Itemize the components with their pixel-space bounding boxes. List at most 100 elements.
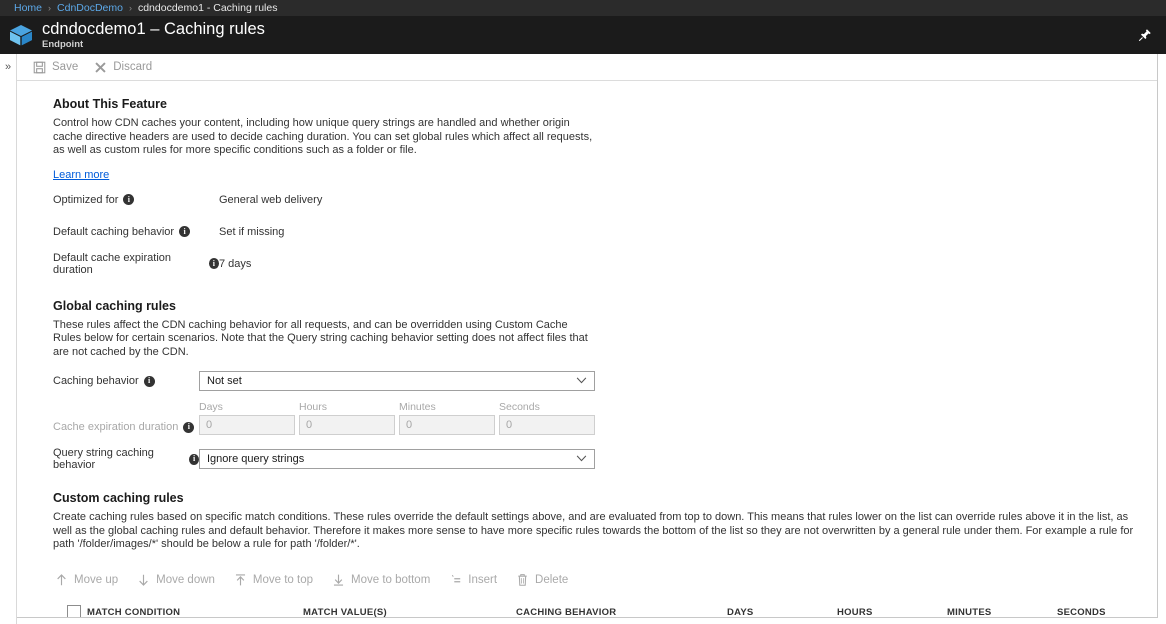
default-cache-expiration-row: Default cache expiration duration i 7 da… — [53, 249, 1157, 279]
chevron-right-double-icon[interactable]: » — [5, 61, 11, 624]
duration-hours-field: Hours — [299, 401, 395, 435]
default-cache-expiration-label: Default cache expiration duration i — [53, 252, 219, 276]
column-header-match-values: MATCH VALUE(S) — [303, 607, 516, 618]
column-header-seconds: SECONDS — [1057, 607, 1157, 618]
delete-button[interactable]: Delete — [516, 573, 568, 587]
query-string-behavior-row: Query string caching behavior i Ignore q… — [53, 447, 1157, 471]
blade-body: » Save Discard About This Fe — [0, 54, 1166, 624]
column-header-match-condition: MATCH CONDITION — [87, 607, 303, 618]
global-rules-heading: Global caching rules — [53, 299, 1157, 313]
breadcrumb-item-home[interactable]: Home — [14, 2, 42, 14]
trash-icon — [516, 573, 529, 587]
custom-rules-heading: Custom caching rules — [53, 491, 1157, 505]
discard-x-icon — [94, 61, 107, 74]
cache-expiration-duration-label: Cache expiration duration i — [53, 421, 199, 435]
duration-minutes-input[interactable] — [399, 415, 495, 435]
blade-content: About This Feature Control how CDN cache… — [17, 81, 1157, 617]
info-icon[interactable]: i — [123, 194, 134, 205]
move-to-bottom-label: Move to bottom — [351, 574, 430, 586]
query-string-behavior-selected-value: Ignore query strings — [207, 453, 304, 465]
move-down-label: Move down — [156, 574, 215, 586]
duration-days-field: Days — [199, 401, 295, 435]
page-subtitle: Endpoint — [42, 39, 265, 51]
arrow-down-icon — [137, 573, 150, 587]
arrow-up-icon — [55, 573, 68, 587]
save-button-label: Save — [52, 61, 78, 73]
info-icon[interactable]: i — [189, 454, 199, 465]
save-icon — [33, 61, 46, 74]
move-up-button[interactable]: Move up — [55, 573, 118, 587]
query-string-behavior-select[interactable]: Ignore query strings — [199, 449, 595, 469]
breadcrumb-item-cdndocdemo[interactable]: CdnDocDemo — [57, 2, 123, 14]
page-title: cdndocdemo1 – Caching rules — [42, 20, 265, 39]
insert-label: Insert — [468, 574, 497, 586]
column-header-days: DAYS — [727, 607, 837, 618]
breadcrumb-item-current: cdndocdemo1 - Caching rules — [138, 2, 278, 14]
caching-behavior-label: Caching behavior i — [53, 375, 199, 387]
duration-seconds-input[interactable] — [499, 415, 595, 435]
duration-seconds-label: Seconds — [499, 401, 595, 413]
info-icon[interactable]: i — [183, 422, 194, 433]
column-header-caching-behavior: CACHING BEHAVIOR — [516, 607, 727, 618]
move-up-label: Move up — [74, 574, 118, 586]
caching-behavior-selected-value: Not set — [207, 375, 242, 387]
duration-minutes-field: Minutes — [399, 401, 495, 435]
duration-fields-group: Days Hours Minutes Seconds — [199, 401, 599, 435]
duration-days-label: Days — [199, 401, 295, 413]
info-icon[interactable]: i — [144, 376, 155, 387]
optimized-for-value: General web delivery — [219, 194, 322, 206]
chevron-down-icon — [576, 375, 587, 387]
cache-expiration-duration-row: Cache expiration duration i Days Hours M… — [53, 401, 1157, 435]
discard-button[interactable]: Discard — [86, 56, 160, 78]
caching-behavior-select[interactable]: Not set — [199, 371, 595, 391]
optimized-for-label: Optimized for i — [53, 194, 219, 206]
custom-rules-toolbar: Move up Move down Move to top — [55, 573, 1157, 587]
insert-icon — [449, 573, 462, 587]
move-to-top-label: Move to top — [253, 574, 313, 586]
move-to-bottom-icon — [332, 573, 345, 587]
move-to-bottom-button[interactable]: Move to bottom — [332, 573, 430, 587]
breadcrumb-separator-icon: › — [48, 3, 51, 13]
about-heading: About This Feature — [53, 97, 1157, 111]
insert-button[interactable]: Insert — [449, 573, 497, 587]
duration-seconds-field: Seconds — [499, 401, 595, 435]
duration-days-input[interactable] — [199, 415, 295, 435]
learn-more-link[interactable]: Learn more — [53, 169, 109, 181]
delete-label: Delete — [535, 574, 568, 586]
move-down-button[interactable]: Move down — [137, 573, 215, 587]
breadcrumb-separator-icon: › — [129, 3, 132, 13]
caching-behavior-row: Caching behavior i Not set — [53, 371, 1157, 391]
info-icon[interactable]: i — [209, 258, 219, 269]
duration-hours-input[interactable] — [299, 415, 395, 435]
command-bar: Save Discard — [17, 54, 1157, 81]
table-header-row: MATCH CONDITION MATCH VALUE(S) CACHING B… — [53, 601, 1149, 618]
chevron-down-icon — [576, 453, 587, 465]
global-rules-body: These rules affect the CDN caching behav… — [53, 319, 594, 360]
save-button[interactable]: Save — [25, 56, 86, 78]
default-caching-behavior-label: Default caching behavior i — [53, 226, 219, 238]
custom-rules-table: MATCH CONDITION MATCH VALUE(S) CACHING B… — [53, 601, 1149, 618]
default-caching-behavior-row: Default caching behavior i Set if missin… — [53, 217, 1157, 247]
cdn-endpoint-cube-icon — [8, 22, 34, 48]
caching-rules-blade: Save Discard About This Feature Control … — [17, 54, 1158, 618]
move-to-top-icon — [234, 573, 247, 587]
about-body: Control how CDN caches your content, inc… — [53, 117, 594, 158]
blade-title-bar: cdndocdemo1 – Caching rules Endpoint — [0, 16, 1166, 54]
pin-icon[interactable] — [1134, 24, 1156, 46]
blade-title-group: cdndocdemo1 – Caching rules Endpoint — [42, 20, 265, 51]
move-to-top-button[interactable]: Move to top — [234, 573, 313, 587]
optimized-for-row: Optimized for i General web delivery — [53, 185, 1157, 215]
column-header-hours: HOURS — [837, 607, 947, 618]
select-all-cell — [53, 605, 87, 617]
info-icon[interactable]: i — [179, 226, 190, 237]
default-cache-expiration-value: 7 days — [219, 258, 251, 270]
duration-minutes-label: Minutes — [399, 401, 495, 413]
duration-hours-label: Hours — [299, 401, 395, 413]
breadcrumb: Home › CdnDocDemo › cdndocdemo1 - Cachin… — [0, 0, 1166, 16]
custom-rules-body: Create caching rules based on specific m… — [53, 511, 1148, 552]
discard-button-label: Discard — [113, 61, 152, 73]
expand-nav-rail[interactable]: » — [0, 54, 17, 624]
query-string-behavior-label: Query string caching behavior i — [53, 447, 199, 471]
column-header-minutes: MINUTES — [947, 607, 1057, 618]
select-all-checkbox[interactable] — [67, 605, 81, 617]
